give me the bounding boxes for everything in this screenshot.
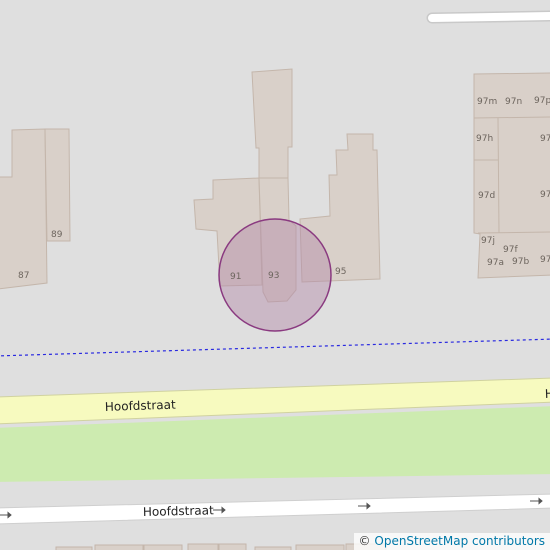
house-number-97-fragment-2: 97 — [540, 190, 550, 200]
house-number-97-fragment-1: 97 — [540, 134, 550, 144]
map-attribution: © OpenStreetMap contributors — [353, 533, 550, 550]
street-label-hoofdstraat-lower: Hoofdstraat — [143, 503, 214, 519]
house-number-97d: 97d — [478, 191, 495, 201]
house-number-97f: 97f — [503, 245, 518, 255]
openstreetmap-contributors-link[interactable]: OpenStreetMap contributors — [374, 534, 545, 548]
house-number-95: 95 — [335, 267, 346, 277]
house-number-97j: 97j — [481, 236, 495, 246]
house-number-91: 91 — [230, 272, 241, 282]
street-label-main-fragment: H — [545, 387, 550, 401]
house-number-97p: 97p — [534, 96, 550, 106]
copyright-symbol: © — [358, 534, 371, 548]
house-number-97n: 97n — [505, 97, 522, 107]
buildings-bottom-edge — [55, 543, 387, 550]
house-number-97a: 97a — [487, 258, 504, 268]
house-number-97b: 97b — [512, 257, 529, 267]
street-label-hoofdstraat-main: Hoofdstraat — [105, 398, 177, 414]
building-89[interactable] — [44, 128, 71, 242]
house-number-87: 87 — [18, 271, 29, 281]
house-number-93: 93 — [268, 271, 279, 281]
house-number-97h: 97h — [476, 134, 493, 144]
house-number-89: 89 — [51, 230, 63, 240]
house-number-97-fragment-3: 97 — [540, 255, 550, 265]
road-top-right[interactable] — [428, 12, 550, 22]
map-view[interactable]: 87 89 91 93 95 97m 97n 97p 97h 97d 97j 9… — [0, 0, 550, 550]
map-canvas[interactable]: 87 89 91 93 95 97m 97n 97p 97h 97d 97j 9… — [0, 0, 550, 550]
house-number-97m: 97m — [477, 97, 497, 107]
